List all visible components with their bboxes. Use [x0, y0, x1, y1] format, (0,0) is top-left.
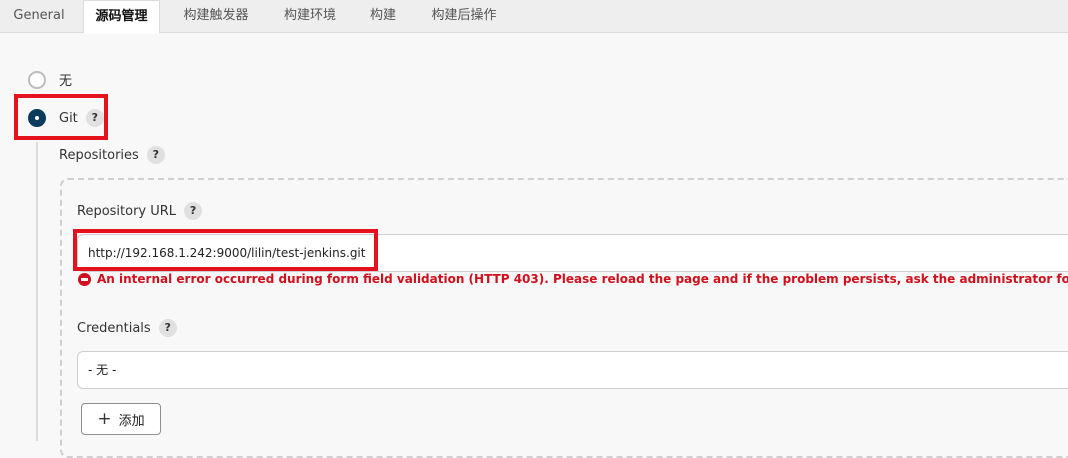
add-credentials-button[interactable]: + 添加 [81, 403, 161, 435]
repository-panel [60, 178, 1068, 458]
credentials-select[interactable]: - 无 - [77, 351, 1068, 389]
add-button-label: 添加 [118, 413, 145, 429]
repository-url-label: Repository URL [77, 203, 177, 219]
error-icon [78, 272, 91, 286]
radio-none[interactable] [28, 70, 46, 89]
tab-bar: General 源码管理 构建触发器 构建环境 构建 构建后操作 [0, 0, 1068, 34]
tab-post-build-actions[interactable]: 构建后操作 [418, 0, 510, 33]
url-highlight-box [73, 229, 378, 271]
radio-none-label: 无 [59, 74, 73, 89]
repository-url-heading: Repository URL ? [77, 202, 203, 220]
tab-source-code-management[interactable]: 源码管理 [83, 0, 160, 34]
repositories-label: Repositories [59, 147, 139, 163]
git-section-divider [36, 142, 38, 441]
tab-build-environment[interactable]: 构建环境 [272, 0, 348, 33]
url-validation-error: An internal error occurred during form f… [78, 272, 1068, 286]
credentials-heading: Credentials ? [77, 319, 177, 337]
credentials-help-icon[interactable]: ? [158, 319, 177, 337]
repository-url-help-icon[interactable]: ? [184, 202, 203, 220]
error-message: An internal error occurred during form f… [97, 272, 1068, 286]
tab-build[interactable]: 构建 [358, 0, 408, 33]
repositories-heading: Repositories ? [59, 146, 165, 164]
scm-option-none[interactable]: 无 [28, 70, 72, 89]
tab-build-triggers[interactable]: 构建触发器 [170, 0, 262, 33]
tab-general[interactable]: General [4, 0, 74, 33]
credentials-label: Credentials [77, 320, 151, 336]
plus-icon: + [97, 408, 112, 429]
git-highlight-box [14, 94, 108, 140]
repositories-help-icon[interactable]: ? [146, 146, 165, 164]
